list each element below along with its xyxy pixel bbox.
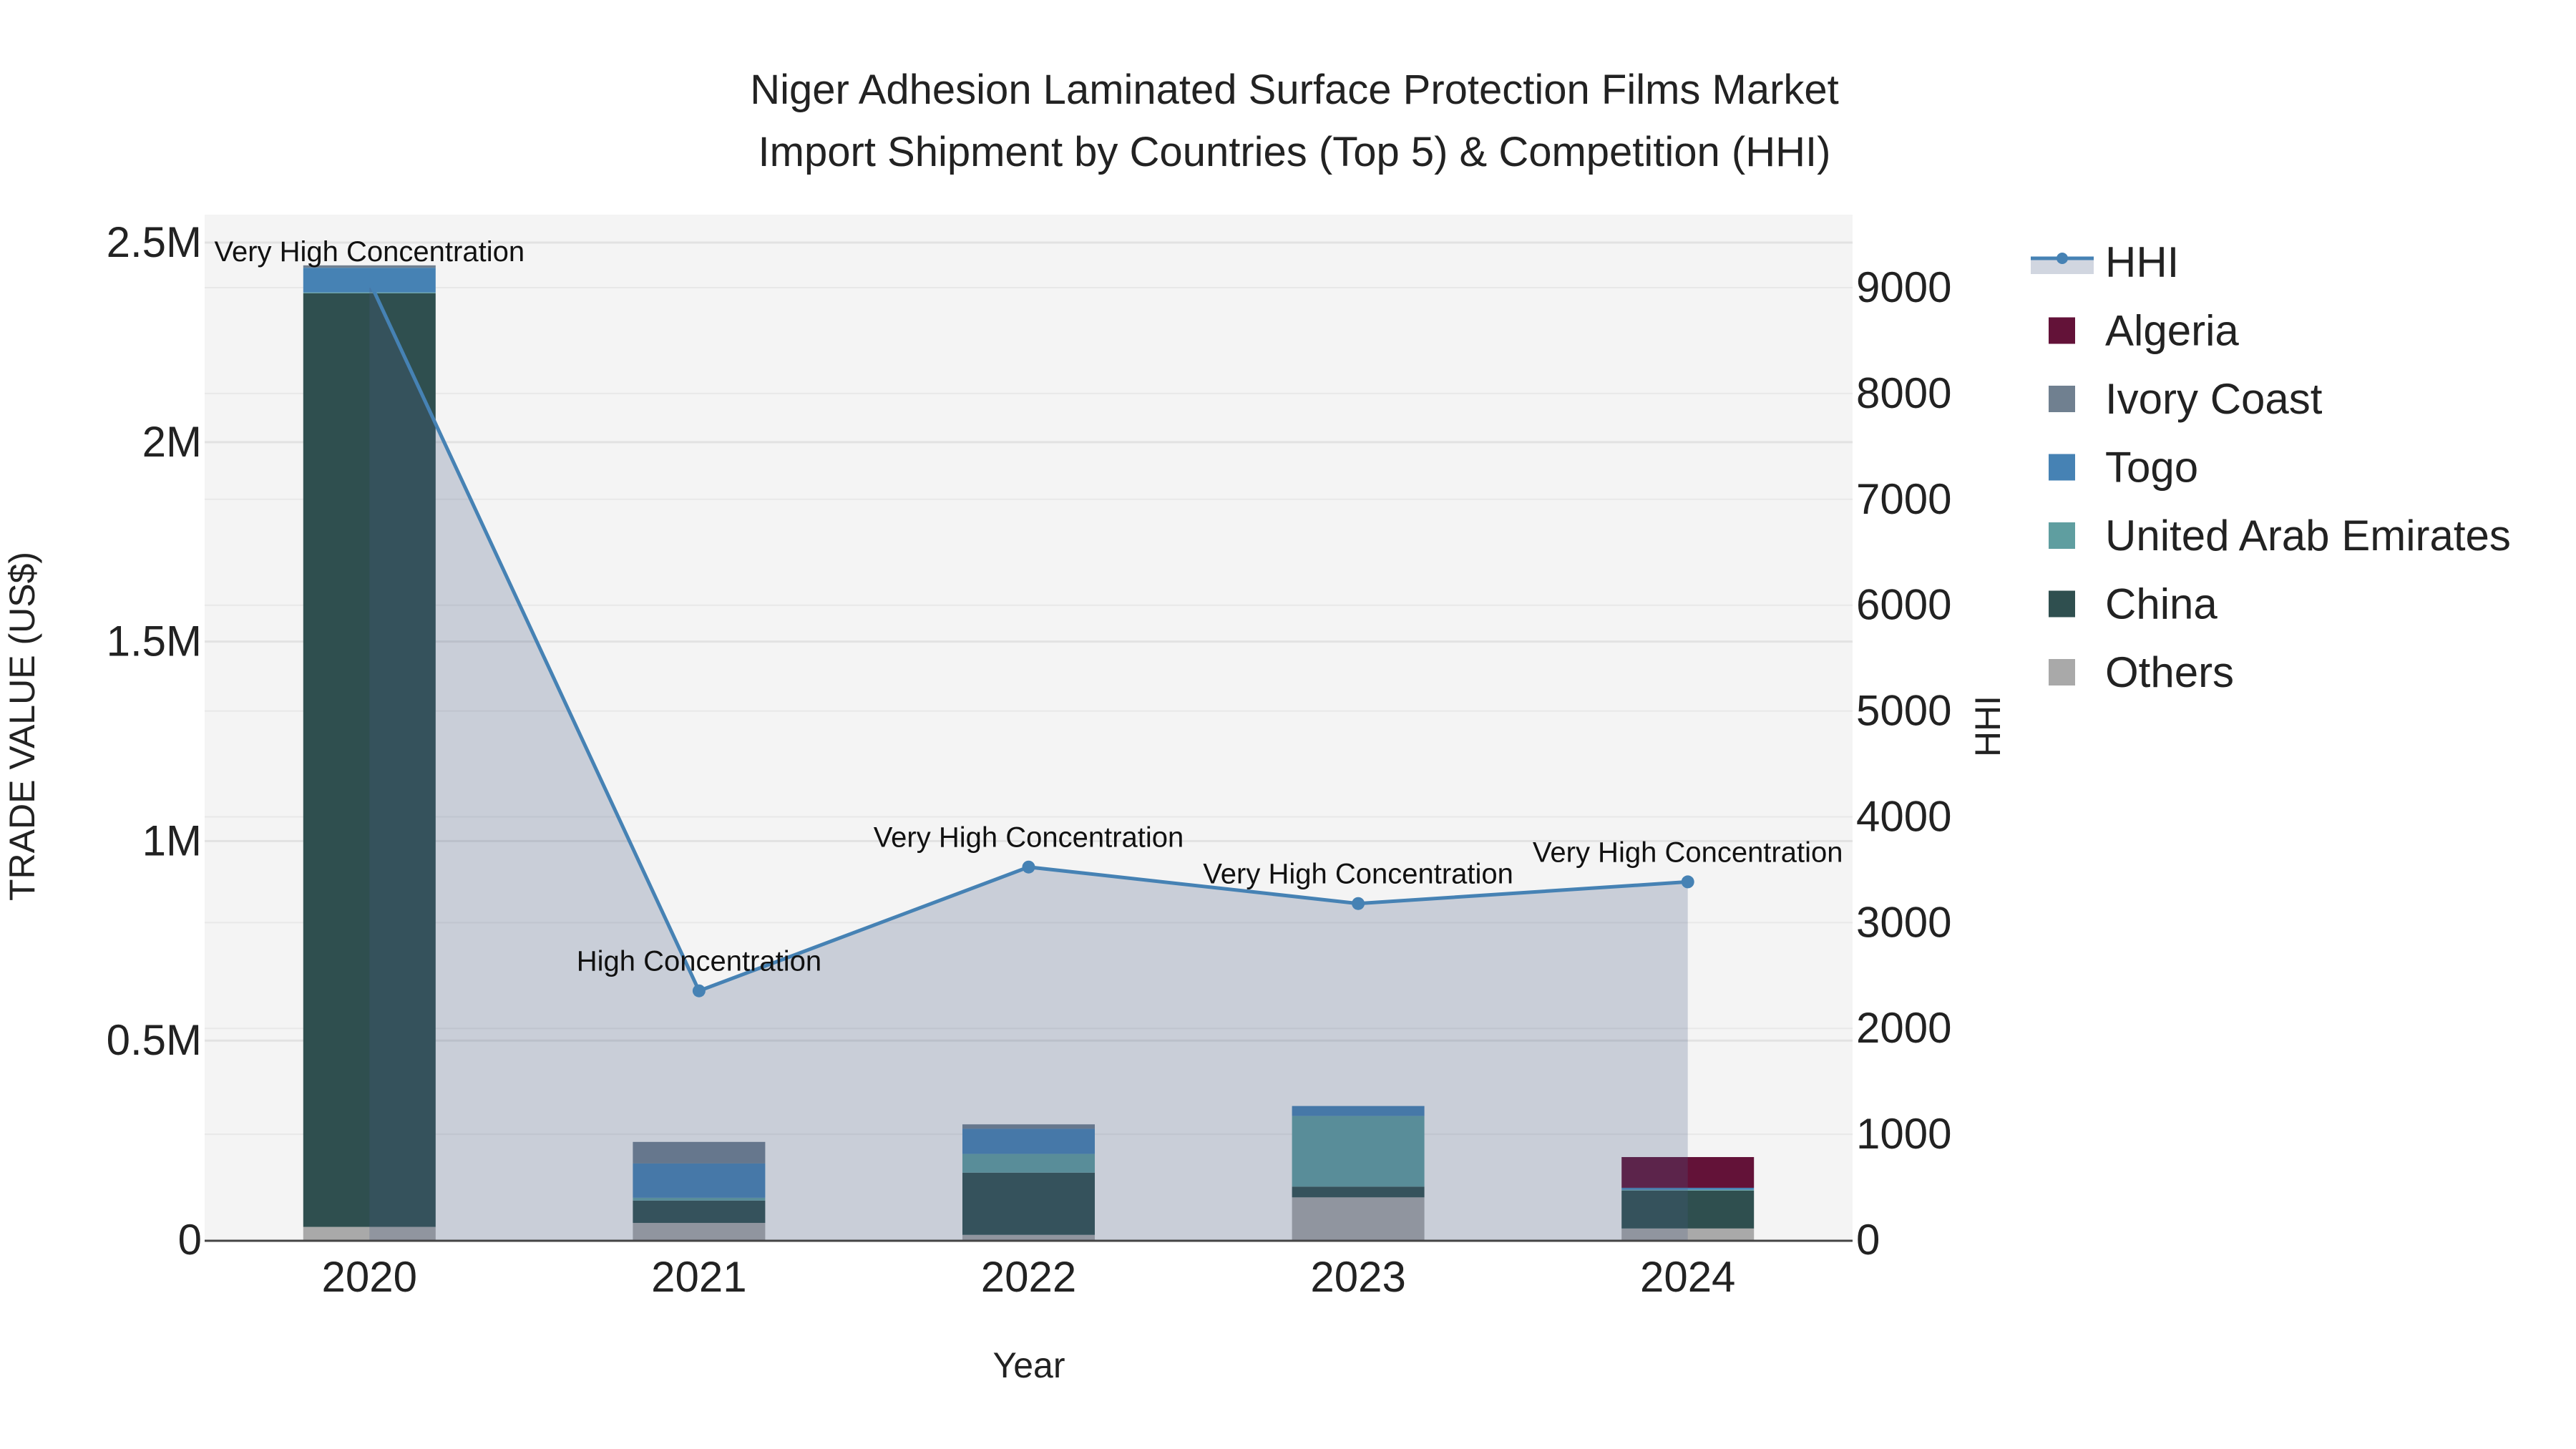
legend-item-ivory-coast[interactable]: Ivory Coast xyxy=(2049,375,2323,423)
chart-subtitle: Import Shipment by Countries (Top 5) & C… xyxy=(758,129,1831,175)
y-tick-label: 2M xyxy=(142,418,202,466)
chart: Very High Concentration High Concentratio… xyxy=(2,67,2511,1385)
y2-tick-label: 1000 xyxy=(1856,1110,1951,1158)
legend-label: Algeria xyxy=(2105,307,2239,355)
y2-tick-label: 0 xyxy=(1856,1216,1880,1264)
x-tick-label: 2022 xyxy=(981,1253,1076,1301)
y-tick-label: 2.5M xyxy=(107,218,202,266)
legend-item-hhi[interactable]: HHI xyxy=(2031,238,2179,286)
legend-item-others[interactable]: Others xyxy=(2049,648,2234,696)
hhi-annotation: Very High Concentration xyxy=(1203,859,1513,890)
y-axis-title: TRADE VALUE (US$) xyxy=(2,552,42,901)
legend-swatch xyxy=(2049,522,2075,549)
legend-label: China xyxy=(2105,580,2218,628)
hhi-point-2024 xyxy=(1681,875,1694,889)
x-tick-label: 2020 xyxy=(322,1253,417,1301)
y2-axis-title: HHI xyxy=(1968,696,2008,757)
legend-swatch xyxy=(2049,590,2075,618)
legend-swatch xyxy=(2049,386,2075,412)
legend-item-united-arab-emirates[interactable]: United Arab Emirates xyxy=(2049,512,2511,560)
legend-hhi-marker xyxy=(2057,253,2068,264)
y2-tick-label: 5000 xyxy=(1856,687,1951,735)
y2-tick-label: 6000 xyxy=(1856,581,1951,629)
legend-swatch xyxy=(2049,659,2075,686)
legend-label: HHI xyxy=(2105,238,2179,286)
chart-title: Niger Adhesion Laminated Surface Protect… xyxy=(750,67,1839,113)
hhi-annotation: Very High Concentration xyxy=(874,822,1184,854)
y2-tick-label: 7000 xyxy=(1856,475,1951,523)
hhi-point-2020 xyxy=(363,275,376,288)
y-tick-label: 0 xyxy=(178,1216,202,1264)
x-axis-title: Year xyxy=(992,1345,1065,1385)
hhi-annotation: Very High Concentration xyxy=(1533,836,1843,868)
y2-tick-label: 3000 xyxy=(1856,898,1951,946)
hhi-point-2023 xyxy=(1352,897,1365,910)
x-tick-label: 2024 xyxy=(1640,1253,1735,1301)
y2-tick-label: 2000 xyxy=(1856,1004,1951,1052)
legend: HHI Algeria Ivory Coast Togo United Arab Emi… xyxy=(2031,238,2511,696)
y2-tick-label: 4000 xyxy=(1856,792,1951,840)
x-tick-label: 2023 xyxy=(1310,1253,1405,1301)
legend-swatch xyxy=(2049,317,2075,344)
y-tick-label: 0.5M xyxy=(107,1016,202,1064)
y-tick-label: 1.5M xyxy=(107,618,202,665)
legend-label: United Arab Emirates xyxy=(2105,512,2511,560)
legend-item-algeria[interactable]: Algeria xyxy=(2049,307,2239,355)
legend-item-china[interactable]: China xyxy=(2049,580,2218,628)
legend-label: Ivory Coast xyxy=(2105,375,2323,423)
legend-swatch xyxy=(2049,454,2075,481)
legend-label: Togo xyxy=(2105,444,2198,492)
hhi-point-2021 xyxy=(692,984,706,997)
hhi-annotation: High Concentration xyxy=(577,946,821,977)
y-tick-label: 1M xyxy=(142,816,202,864)
hhi-point-2022 xyxy=(1022,860,1035,874)
x-tick-label: 2021 xyxy=(651,1253,746,1301)
legend-item-togo[interactable]: Togo xyxy=(2049,444,2198,492)
y2-tick-label: 8000 xyxy=(1856,369,1951,417)
hhi-annotation: Very High Concentration xyxy=(215,236,525,268)
y2-tick-label: 9000 xyxy=(1856,263,1951,311)
legend-label: Others xyxy=(2105,648,2234,696)
